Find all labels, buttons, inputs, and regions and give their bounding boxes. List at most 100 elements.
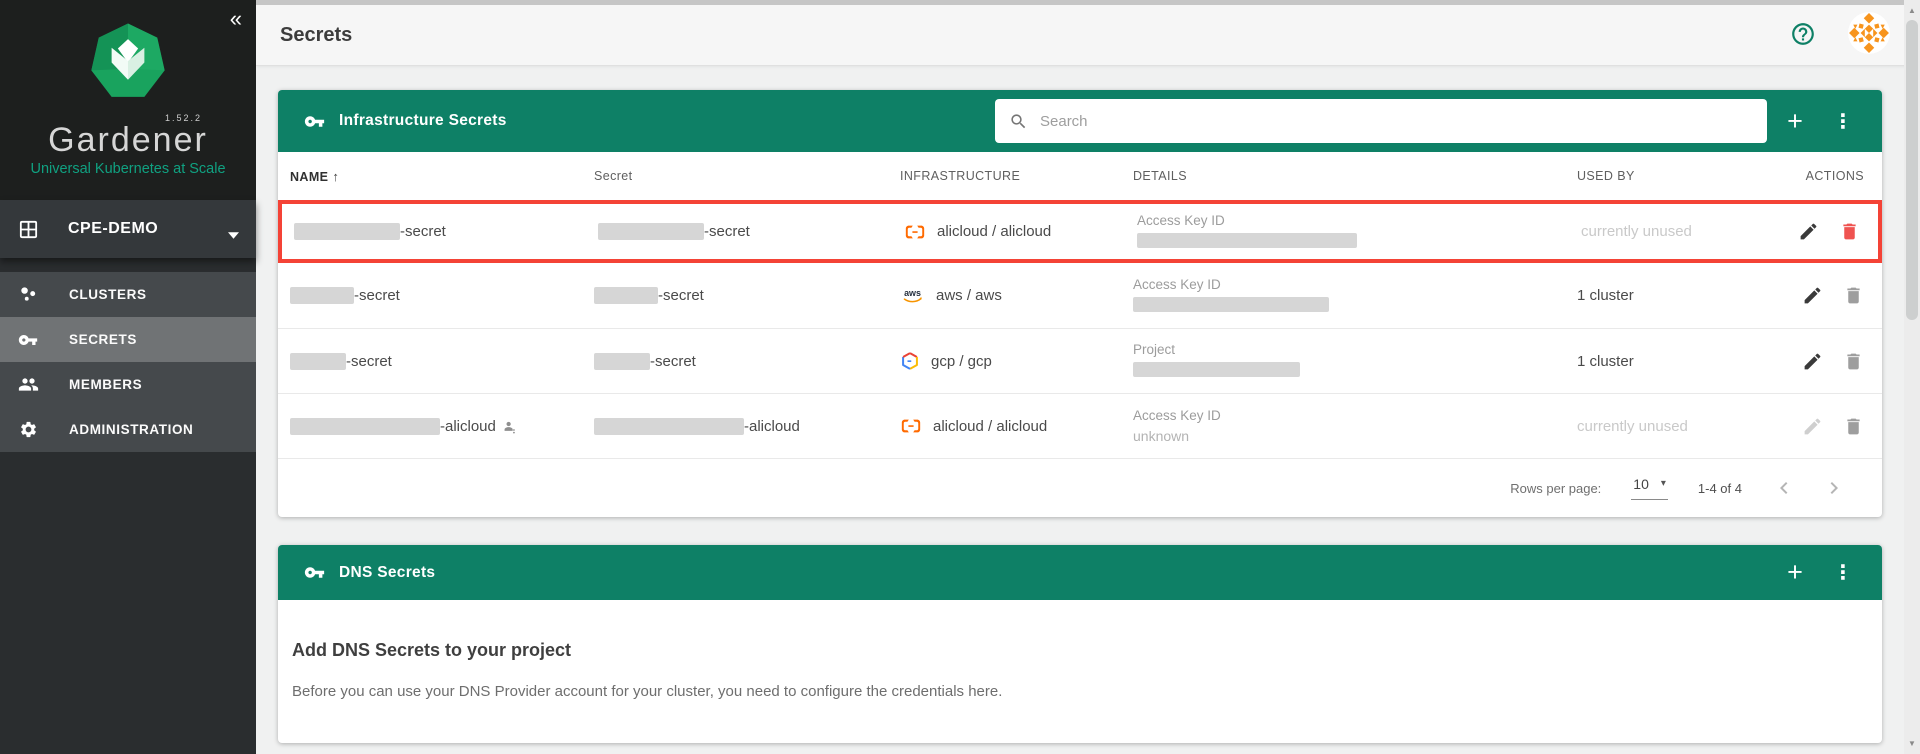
redacted-value xyxy=(594,418,744,435)
rows-per-page-select[interactable]: 10 ▾ xyxy=(1631,476,1668,500)
avatar[interactable] xyxy=(1848,12,1890,54)
infrastructure-cell: alicloud / alicloud xyxy=(900,415,1133,437)
actions-cell xyxy=(1777,351,1864,372)
column-header-actions: ACTIONS xyxy=(1777,169,1864,183)
sidebar-item-secrets[interactable]: SECRETS xyxy=(0,317,256,362)
chevron-right-icon[interactable] xyxy=(1822,476,1846,500)
dns-card-body: Add DNS Secrets to your project Before y… xyxy=(278,600,1882,700)
clusters-icon xyxy=(16,284,40,305)
secret-ref-cell: -secret xyxy=(594,353,900,370)
key-icon xyxy=(16,330,40,350)
secret-ref-cell: -secret xyxy=(594,287,900,304)
edit-icon[interactable] xyxy=(1798,221,1819,242)
secret-name-cell: -secret xyxy=(290,353,594,370)
used-by-cell: 1 cluster xyxy=(1577,287,1777,304)
infrastructure-cell: aws aws / aws xyxy=(900,285,1133,307)
infrastructure-card-header: Infrastructure Secrets + ⋮ xyxy=(278,90,1882,152)
column-header-secret[interactable]: Secret xyxy=(594,169,900,183)
redacted-value xyxy=(598,223,704,240)
redacted-value xyxy=(594,353,650,370)
page-title: Secrets xyxy=(280,24,352,47)
details-cell: Access Key ID xyxy=(1137,213,1581,251)
sidebar-item-label: ADMINISTRATION xyxy=(69,422,193,437)
redacted-value xyxy=(1137,233,1357,248)
scroll-up-icon[interactable]: ▲ xyxy=(1904,6,1920,15)
column-header-name[interactable]: NAME↑ xyxy=(290,169,594,184)
members-icon xyxy=(16,374,40,395)
sidebar-item-members[interactable]: MEMBERS xyxy=(0,362,256,407)
card-title: Infrastructure Secrets xyxy=(339,112,507,130)
key-icon xyxy=(304,111,325,132)
redacted-value xyxy=(1133,297,1329,312)
scrollbar-thumb[interactable] xyxy=(1906,20,1918,320)
used-by-cell: 1 cluster xyxy=(1577,353,1777,370)
pagination-bar: Rows per page: 10 ▾ 1-4 of 4 xyxy=(278,458,1882,517)
column-header-infrastructure[interactable]: INFRASTRUCTURE xyxy=(900,169,1133,183)
search-input[interactable] xyxy=(1040,113,1753,130)
infrastructure-cell: gcp / gcp xyxy=(900,351,1133,371)
delete-icon[interactable] xyxy=(1843,351,1864,372)
kebab-menu-icon[interactable]: ⋮ xyxy=(1821,99,1865,143)
topbar: Secrets xyxy=(256,0,1920,66)
sidebar-item-administration[interactable]: ADMINISTRATION xyxy=(0,407,256,452)
scrollbar[interactable]: ▲ ▼ xyxy=(1904,0,1920,754)
details-cell: Project xyxy=(1133,342,1577,380)
used-by-cell: currently unused xyxy=(1581,223,1781,240)
infrastructure-cell: alicloud / alicloud xyxy=(904,221,1137,243)
actions-cell xyxy=(1777,285,1864,306)
table-row: -secret -secret gcp / gcp Pro xyxy=(278,328,1882,393)
redacted-value xyxy=(290,418,440,435)
search-box xyxy=(995,99,1767,143)
brand-wordmark: Gardener xyxy=(0,121,256,160)
rows-per-page-label: Rows per page: xyxy=(1510,481,1601,496)
edit-icon[interactable] xyxy=(1802,351,1823,372)
redacted-value xyxy=(294,223,400,240)
used-by-cell: currently unused xyxy=(1577,418,1777,435)
help-icon[interactable] xyxy=(1790,21,1816,47)
delete-icon[interactable] xyxy=(1839,221,1860,242)
table-row: -secret -secret aws aws / aws Access Key… xyxy=(278,263,1882,328)
alicloud-icon xyxy=(904,221,926,243)
card-title: DNS Secrets xyxy=(339,564,435,582)
dns-empty-heading: Add DNS Secrets to your project xyxy=(292,640,1868,661)
add-secret-button[interactable]: + xyxy=(1773,99,1817,143)
table-header-row: NAME↑ Secret INFRASTRUCTURE DETAILS USED… xyxy=(278,152,1882,200)
main-area: Secrets xyxy=(256,0,1920,754)
kebab-menu-icon[interactable]: ⋮ xyxy=(1821,550,1865,594)
sidebar-item-label: MEMBERS xyxy=(69,377,142,392)
window-top-edge xyxy=(256,0,1920,5)
dns-card-header: DNS Secrets + ⋮ xyxy=(278,545,1882,600)
chevron-down-icon xyxy=(228,226,239,244)
sidebar-item-clusters[interactable]: CLUSTERS xyxy=(0,272,256,317)
logo-section: « 1.52.2 Gardener Universal Kubernetes a… xyxy=(0,0,256,200)
secret-ref-cell: -alicloud xyxy=(594,418,900,435)
secret-name-cell: -secret xyxy=(294,223,598,240)
brand-tagline: Universal Kubernetes at Scale xyxy=(0,161,256,177)
redacted-value xyxy=(594,287,658,304)
dropdown-arrow-icon: ▾ xyxy=(1661,478,1666,489)
secret-ref-cell: -secret xyxy=(598,223,904,240)
secret-name-cell: -secret xyxy=(290,287,594,304)
edit-icon[interactable] xyxy=(1802,285,1823,306)
svg-text:aws: aws xyxy=(904,288,921,298)
highlight-border: -secret -secret alicloud / alicloud Acce… xyxy=(278,200,1882,263)
details-cell: Access Key ID unknown xyxy=(1133,408,1577,444)
delete-icon[interactable] xyxy=(1843,416,1864,437)
sidebar-nav: CLUSTERS SECRETS MEMBERS ADMINISTRATION xyxy=(0,272,256,452)
table-row: -alicloud -alicloud alicloud / alicloud … xyxy=(278,393,1882,458)
collapse-sidebar-icon[interactable]: « xyxy=(230,8,242,30)
dns-empty-description: Before you can use your DNS Provider acc… xyxy=(292,683,1868,700)
column-header-used-by: USED BY xyxy=(1577,169,1777,183)
edit-icon[interactable] xyxy=(1802,416,1823,437)
scroll-down-icon[interactable]: ▼ xyxy=(1904,739,1920,748)
delete-icon[interactable] xyxy=(1843,285,1864,306)
redacted-value xyxy=(1133,362,1300,377)
alicloud-icon xyxy=(900,415,922,437)
project-selector[interactable]: CPE-DEMO xyxy=(0,200,256,258)
add-dns-secret-button[interactable]: + xyxy=(1773,550,1817,594)
aws-icon: aws xyxy=(900,285,925,307)
sidebar-item-label: CLUSTERS xyxy=(69,287,147,302)
chevron-left-icon[interactable] xyxy=(1772,476,1796,500)
page-range: 1-4 of 4 xyxy=(1698,481,1742,496)
sort-asc-icon: ↑ xyxy=(332,169,339,184)
